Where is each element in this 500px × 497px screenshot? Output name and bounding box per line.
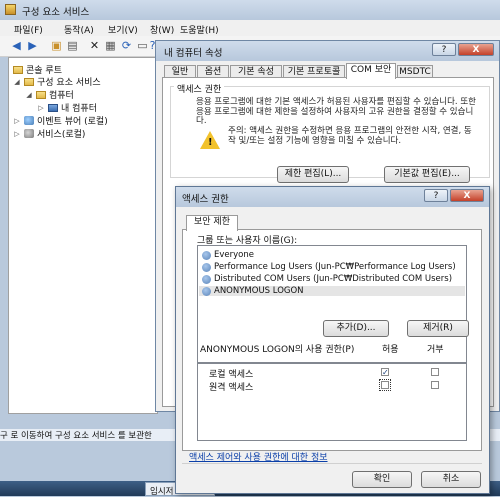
allow-remote-checkbox[interactable]: [379, 379, 391, 391]
menu-help[interactable]: 도움말(H): [180, 23, 219, 36]
collapse-icon[interactable]: ◢: [13, 78, 21, 86]
computer-icon: [48, 103, 58, 112]
dialog-title: 액세스 권한: [182, 194, 229, 205]
deny-column-header: 거부: [427, 345, 444, 355]
menu-window[interactable]: 창(W): [150, 23, 174, 36]
up-folder-icon[interactable]: ▣: [50, 39, 63, 52]
access-control-help-link[interactable]: 액세스 제어와 사용 권한에 대한 정보: [189, 450, 328, 463]
app-icon: [5, 4, 16, 15]
menu-view[interactable]: 보기(V): [108, 23, 138, 36]
tree-item-computers[interactable]: ◢ 컴퓨터: [25, 88, 74, 101]
permission-remote-access: 원격 액세스: [209, 383, 254, 393]
ok-button[interactable]: 확인: [352, 471, 412, 488]
permissions-label: ANONYMOUS LOGON의 사용 권한(P): [200, 345, 355, 355]
access-section-title: 액세스 권한: [174, 82, 225, 95]
user-group-icon: [202, 262, 211, 272]
close-button[interactable]: X: [450, 189, 484, 202]
help-button[interactable]: ?: [432, 43, 456, 56]
properties-icon[interactable]: ▦: [104, 39, 117, 52]
tab-com-security[interactable]: COM 보안: [346, 63, 396, 79]
edit-default-button[interactable]: 기본값 편집(E)...: [384, 166, 470, 183]
tree-item-services[interactable]: ▷ 서비스(로컬): [13, 127, 85, 140]
status-text: 구 로 이동하여 구성 요소 서비스 를 보관한: [0, 431, 152, 441]
tree-item-component-services[interactable]: ◢ 구성 요소 서비스: [13, 75, 101, 88]
window-title: 구성 요소 서비스: [22, 7, 90, 18]
refresh-icon[interactable]: ⟳: [120, 39, 133, 52]
allow-local-checkbox[interactable]: ✓: [381, 368, 389, 377]
edit-limits-button[interactable]: 제한 편집(L)...: [277, 166, 349, 183]
permissions-list: 로컬 액세스 ✓ 원격 액세스: [197, 363, 467, 441]
collapse-icon[interactable]: ◢: [25, 91, 33, 99]
tab-security-limits[interactable]: 보안 제한: [186, 215, 238, 231]
list-item-selected[interactable]: ANONYMOUS LOGON: [199, 286, 465, 296]
list-item[interactable]: Everyone: [202, 250, 254, 260]
tree-item-event-viewer[interactable]: ▷ 이벤트 뷰어 (로컬): [13, 114, 108, 127]
menu-file[interactable]: 파일(F): [14, 23, 43, 36]
dialog-title: 내 컴퓨터 속성: [164, 48, 223, 59]
menu-action[interactable]: 동작(A): [64, 23, 94, 36]
menu-bar: 파일(F) 동작(A) 보기(V) 창(W) 도움말(H): [0, 20, 500, 37]
access-description: 응용 프로그램에 대한 기본 액세스가 허용된 사용자를 편집할 수 있습니다.…: [196, 97, 476, 126]
expand-icon[interactable]: ▷: [13, 117, 21, 125]
user-group-icon: [202, 286, 211, 296]
access-permission-dialog: 액세스 권한 ? X 보안 제한 그룹 또는 사용자 이름(G): Everyo…: [175, 186, 490, 494]
properties-title-bar: 내 컴퓨터 속성 ? X: [156, 41, 499, 61]
forward-icon[interactable]: ▶: [26, 39, 39, 52]
user-group-icon: [202, 274, 211, 284]
remove-button[interactable]: 제거(R): [407, 320, 469, 337]
warning-text: 주의: 액세스 권한을 수정하면 응용 프로그램의 안전한 시작, 연결, 동작…: [228, 126, 472, 146]
deny-local-checkbox[interactable]: [431, 368, 439, 376]
expand-icon[interactable]: ▷: [13, 130, 21, 138]
user-group-icon: [202, 250, 211, 260]
help-button[interactable]: ?: [424, 189, 448, 202]
folder-icon: [13, 65, 23, 74]
expand-icon[interactable]: ▷: [37, 104, 45, 112]
list-item[interactable]: Performance Log Users (Jun-PC₩Performanc…: [202, 262, 456, 272]
event-viewer-icon: [24, 116, 34, 125]
deny-remote-checkbox[interactable]: [431, 381, 439, 389]
tree-item-my-computer[interactable]: ▷ 내 컴퓨터: [37, 101, 97, 114]
delete-icon[interactable]: ✕: [88, 39, 101, 52]
divider: [182, 463, 482, 464]
permission-local-access: 로컬 액세스: [209, 370, 254, 380]
access-title-bar: 액세스 권한 ? X: [176, 187, 489, 207]
console-tree: 콘솔 루트 ◢ 구성 요소 서비스 ◢ 컴퓨터 ▷ 내 컴퓨터 ▷ 이벤트 뷰어…: [8, 57, 158, 414]
back-icon[interactable]: ◀: [10, 39, 23, 52]
folder-icon: [24, 77, 34, 86]
warning-exclamation: !: [208, 137, 213, 148]
main-title-bar: 구성 요소 서비스: [0, 0, 500, 20]
list-item[interactable]: Distributed COM Users (Jun-PC₩Distribute…: [202, 274, 452, 284]
show-tree-icon[interactable]: ▤: [66, 39, 79, 52]
cancel-button[interactable]: 취소: [421, 471, 481, 488]
close-button[interactable]: X: [458, 43, 494, 56]
services-icon: [24, 129, 34, 138]
add-button[interactable]: 추가(D)...: [323, 320, 389, 337]
allow-column-header: 허용: [382, 345, 399, 355]
folder-icon: [36, 90, 46, 99]
